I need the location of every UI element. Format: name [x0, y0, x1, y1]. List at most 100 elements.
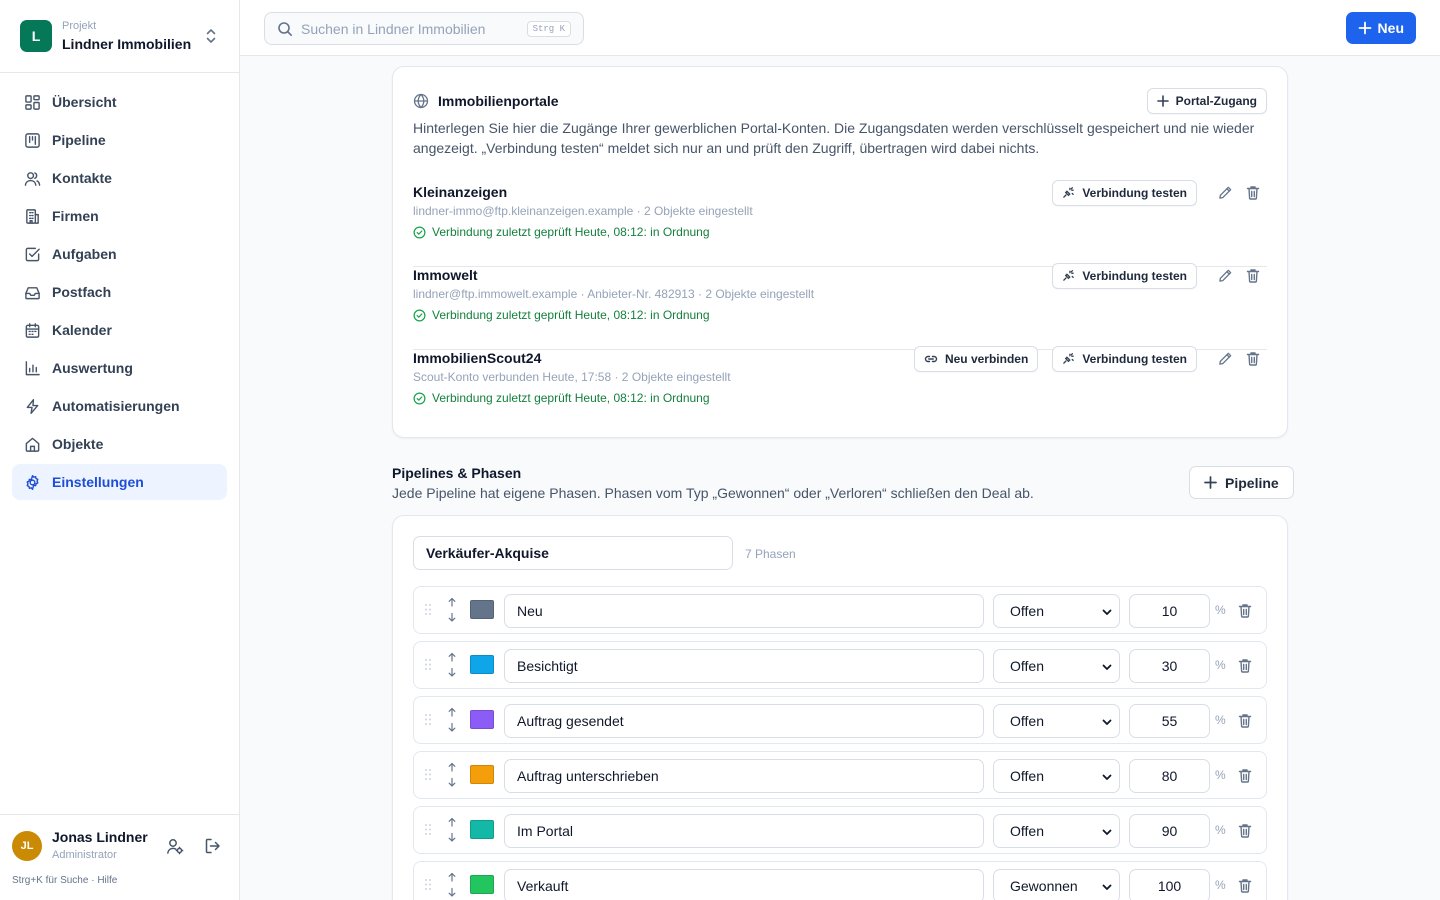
sidebar-item-label: Firmen	[52, 208, 99, 224]
user-panel: JL Jonas Lindner Administrator Strg+K fü…	[0, 814, 239, 886]
sidebar-item-auswertung[interactable]: Auswertung	[12, 350, 227, 386]
phase-color-swatch[interactable]	[470, 655, 494, 674]
phase-type-select[interactable]: Offen	[993, 704, 1120, 738]
check-circle-icon	[413, 226, 426, 239]
reorder-arrows-icon[interactable]	[447, 707, 457, 733]
check-square-icon	[24, 246, 41, 263]
drag-handle-icon[interactable]	[424, 878, 432, 891]
phase-color-swatch[interactable]	[470, 710, 494, 729]
phase-type-select[interactable]: Offen	[993, 759, 1120, 793]
phase-type-value: Offen	[1010, 603, 1044, 619]
drag-handle-icon[interactable]	[424, 658, 432, 671]
drag-handle-icon[interactable]	[424, 768, 432, 781]
phase-name-input[interactable]: Auftrag unterschrieben	[504, 759, 984, 793]
search-input[interactable]: Suchen in Lindner Immobilien Strg K	[264, 12, 584, 45]
probability-input[interactable]: 80	[1129, 759, 1210, 793]
trash-icon[interactable]	[1238, 658, 1252, 673]
phase-type-select[interactable]: Offen	[993, 649, 1120, 683]
phase-color-swatch[interactable]	[470, 765, 494, 784]
phase-type-select[interactable]: Offen	[993, 594, 1120, 628]
phase-row: Neu Offen 10%	[413, 586, 1267, 634]
check-circle-icon	[413, 392, 426, 405]
phase-name-input[interactable]: Im Portal	[504, 814, 984, 848]
test-connection-button[interactable]: Verbindung testen	[1052, 179, 1197, 206]
percent-label: %	[1215, 658, 1226, 672]
new-button[interactable]: Neu	[1345, 12, 1416, 44]
phase-type-select[interactable]: Offen	[993, 814, 1120, 848]
phase-name-input[interactable]: Auftrag gesendet	[504, 704, 984, 738]
phase-color-swatch[interactable]	[470, 820, 494, 839]
probability-input[interactable]: 10	[1129, 594, 1210, 628]
reorder-arrows-icon[interactable]	[447, 817, 457, 843]
drag-handle-icon[interactable]	[424, 713, 432, 726]
reorder-arrows-icon[interactable]	[447, 597, 457, 623]
reorder-arrows-icon[interactable]	[447, 762, 457, 788]
pencil-icon[interactable]	[1211, 268, 1239, 283]
sidebar-item-automatisierungen[interactable]: Automatisierungen	[12, 388, 227, 424]
portal-actions: Verbindung testen	[1052, 262, 1267, 289]
phase-row: Verkauft Gewonnen 100%	[413, 861, 1267, 900]
trash-icon[interactable]	[1238, 713, 1252, 728]
trash-icon[interactable]	[1238, 768, 1252, 783]
sidebar-item-label: Kalender	[52, 322, 112, 338]
portal-status-text: Verbindung zuletzt geprüft Heute, 08:12:…	[432, 308, 710, 322]
test-connection-button[interactable]: Verbindung testen	[1052, 262, 1197, 289]
test-connection-button[interactable]: Verbindung testen	[1052, 345, 1197, 372]
sidebar-item-firmen[interactable]: Firmen	[12, 198, 227, 234]
reconnect-button[interactable]: Neu verbinden	[913, 345, 1039, 372]
pencil-icon[interactable]	[1211, 351, 1239, 366]
add-pipeline-button[interactable]: Pipeline	[1189, 466, 1294, 499]
sidebar-item-übersicht[interactable]: Übersicht	[12, 84, 227, 120]
gear-icon	[24, 474, 41, 491]
trash-icon[interactable]	[1238, 823, 1252, 838]
reorder-arrows-icon[interactable]	[447, 872, 457, 898]
trash-icon[interactable]	[1238, 603, 1252, 618]
add-portal-button[interactable]: Portal-Zugang	[1146, 88, 1267, 114]
portal-row: Kleinanzeigen lindner-immo@ftp.kleinanzei…	[413, 179, 1267, 267]
phase-type-select[interactable]: Gewonnen	[993, 869, 1120, 900]
probability-input[interactable]: 100	[1129, 869, 1210, 900]
reconnect-label: Neu verbinden	[944, 351, 1029, 366]
sidebar-item-label: Einstellungen	[52, 474, 144, 490]
phase-color-swatch[interactable]	[470, 600, 494, 619]
sidebar-item-objekte[interactable]: Objekte	[12, 426, 227, 462]
drag-handle-icon[interactable]	[424, 603, 432, 616]
pipeline-name-input[interactable]: Verkäufer-Akquise	[413, 536, 733, 570]
sidebar-item-kontakte[interactable]: Kontakte	[12, 160, 227, 196]
portal-name: Kleinanzeigen	[413, 184, 508, 200]
sidebar-item-label: Übersicht	[52, 94, 117, 110]
sidebar-item-kalender[interactable]: Kalender	[12, 312, 227, 348]
trash-icon[interactable]	[1239, 185, 1267, 200]
phase-name-input[interactable]: Neu	[504, 594, 984, 628]
project-switcher[interactable]: L Projekt Lindner Immobilien	[0, 0, 239, 73]
project-logo: L	[20, 20, 52, 52]
probability-input[interactable]: 30	[1129, 649, 1210, 683]
chevrons-up-down-icon[interactable]	[203, 27, 219, 45]
phase-color-swatch[interactable]	[470, 875, 494, 894]
search-icon	[277, 21, 301, 37]
pipelines-description: Jede Pipeline hat eigene Phasen. Phasen …	[392, 485, 1034, 501]
reorder-arrows-icon[interactable]	[447, 652, 457, 678]
probability-input[interactable]: 55	[1129, 704, 1210, 738]
sidebar-item-postfach[interactable]: Postfach	[12, 274, 227, 310]
trash-icon[interactable]	[1238, 878, 1252, 893]
sidebar-item-pipeline[interactable]: Pipeline	[12, 122, 227, 158]
logout-icon[interactable]	[204, 837, 222, 855]
sidebar-item-einstellungen[interactable]: Einstellungen	[12, 464, 227, 500]
calendar-icon	[24, 322, 41, 339]
portal-status: Verbindung zuletzt geprüft Heute, 08:12:…	[413, 391, 710, 405]
phase-type-value: Offen	[1010, 768, 1044, 784]
trash-icon[interactable]	[1239, 268, 1267, 283]
phase-name-input[interactable]: Verkauft	[504, 869, 984, 900]
phase-name-input[interactable]: Besichtigt	[504, 649, 984, 683]
pencil-icon[interactable]	[1211, 185, 1239, 200]
probability-input[interactable]: 90	[1129, 814, 1210, 848]
globe-icon	[413, 93, 429, 109]
building-icon	[24, 208, 41, 225]
trash-icon[interactable]	[1239, 351, 1267, 366]
portals-card: Immobilienportale Portal-Zugang Hinterle…	[392, 66, 1288, 438]
sidebar-item-aufgaben[interactable]: Aufgaben	[12, 236, 227, 272]
user-settings-icon[interactable]	[166, 837, 184, 855]
drag-handle-icon[interactable]	[424, 823, 432, 836]
plus-icon	[1156, 95, 1169, 107]
